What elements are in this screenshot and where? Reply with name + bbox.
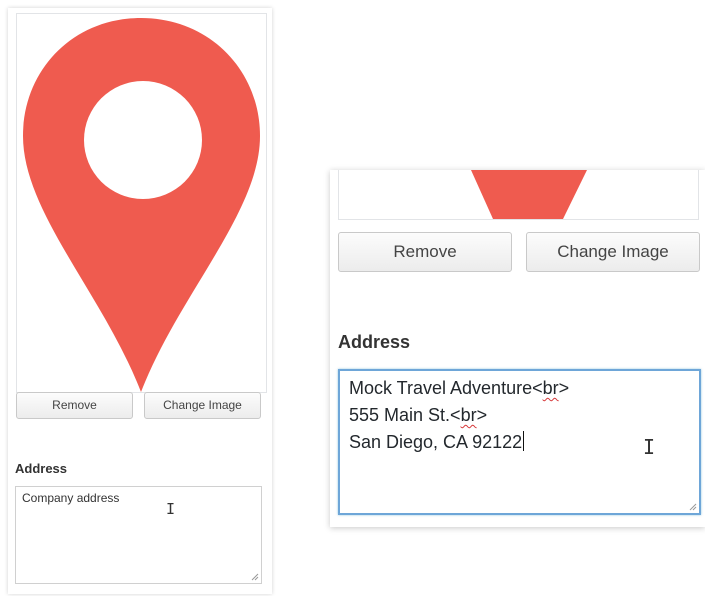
map-pin-icon (471, 170, 587, 219)
address-textarea-value: Company address (22, 491, 120, 505)
remove-image-button-label: Remove (52, 398, 97, 412)
image-widget-panel-zoomed: Remove Change Image Address Mock Travel … (330, 170, 705, 527)
change-image-button[interactable]: Change Image (526, 232, 700, 272)
address-line-3: San Diego, CA 92122 (349, 431, 525, 452)
change-image-button[interactable]: Change Image (144, 392, 261, 419)
text-cursor-icon: I (166, 500, 176, 518)
resize-grip-icon[interactable] (689, 503, 697, 511)
address-line-2: 555 Main St.<br> (349, 405, 488, 425)
spellcheck-flag: br (460, 405, 477, 425)
remove-image-button[interactable]: Remove (338, 232, 512, 272)
remove-image-button-label: Remove (393, 242, 457, 261)
image-widget-panel: Remove Change Image Address Company addr… (8, 8, 272, 594)
address-textarea[interactable]: Company address (15, 486, 262, 584)
change-image-button-label: Change Image (557, 242, 669, 261)
image-preview-cropped (338, 170, 699, 220)
change-image-button-label: Change Image (163, 398, 242, 412)
remove-image-button[interactable]: Remove (16, 392, 133, 419)
image-preview (16, 13, 267, 393)
address-label: Address (338, 332, 411, 352)
map-pin-icon (23, 18, 260, 392)
address-line-1: Mock Travel Adventure<br> (349, 378, 570, 398)
text-caret (523, 431, 525, 451)
text-cursor-icon: I (643, 435, 656, 459)
address-label: Address (15, 461, 68, 476)
spellcheck-flag: br (542, 378, 559, 398)
resize-grip-icon[interactable] (251, 573, 259, 581)
